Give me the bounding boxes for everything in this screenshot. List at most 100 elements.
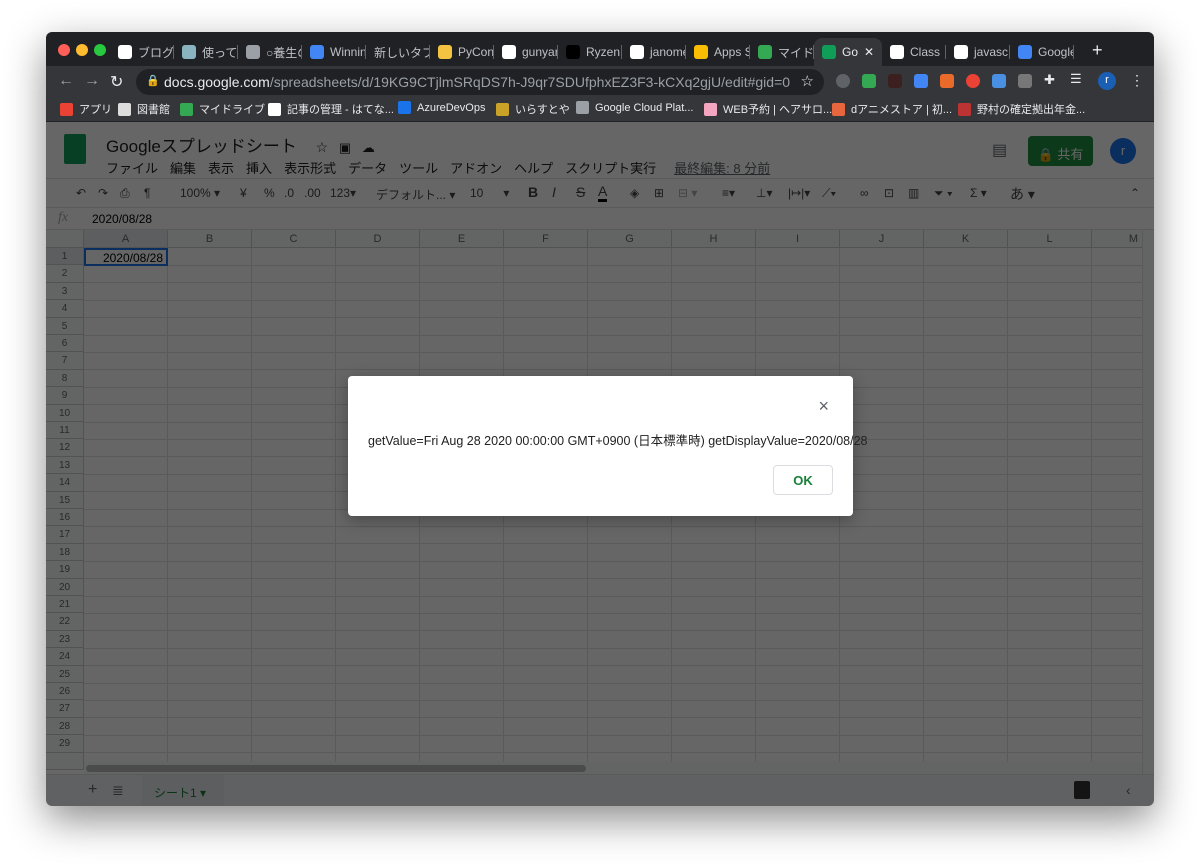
cell-a1[interactable]: 2020/08/28 — [84, 248, 168, 266]
row-header[interactable]: 2 — [46, 265, 84, 283]
profile-avatar[interactable]: r — [1098, 72, 1116, 90]
row-header[interactable]: 27 — [46, 700, 84, 718]
browser-tab[interactable]: 使って — [174, 38, 238, 66]
bookmark-item[interactable]: AzureDevOps — [398, 101, 485, 114]
side-panel-toggle-icon[interactable]: ‹ — [1126, 782, 1131, 798]
column-header[interactable]: M — [1092, 230, 1142, 248]
row-header[interactable]: 11 — [46, 422, 84, 440]
url-input[interactable]: 🔒 docs.google.com/spreadsheets/d/19KG9CT… — [136, 69, 824, 95]
ok-button[interactable]: OK — [773, 465, 833, 495]
column-header[interactable]: C — [252, 230, 336, 248]
extensions-puzzle-icon[interactable]: ✚ — [1044, 72, 1058, 87]
sheet-tab-1[interactable]: シート1 ▾ — [142, 775, 224, 806]
select-all-corner[interactable] — [46, 230, 84, 248]
vertical-scrollbar[interactable] — [1142, 230, 1154, 774]
browser-tab[interactable]: PyCon — [430, 38, 494, 66]
formula-input[interactable]: 2020/08/28 — [92, 212, 152, 226]
browser-tab[interactable]: janome — [622, 38, 686, 66]
menu-item[interactable]: ツール — [399, 158, 438, 177]
last-edit-link[interactable]: 最終編集: 8 分前 — [674, 158, 770, 177]
horizontal-scrollbar[interactable] — [84, 762, 1142, 774]
text-rotate-icon[interactable]: ⟋▾ — [822, 186, 836, 201]
browser-tab[interactable]: javasc — [946, 38, 1010, 66]
menu-item[interactable]: スクリプト実行 — [565, 158, 656, 177]
chart-icon[interactable]: ▥ — [908, 186, 919, 200]
horizontal-align-icon[interactable]: ≡▾ — [722, 186, 735, 200]
extension-icon[interactable] — [836, 74, 850, 88]
input-tools-button[interactable]: あ ▾ — [1010, 184, 1035, 204]
row-header[interactable]: 19 — [46, 561, 84, 579]
add-sheet-icon[interactable]: + — [88, 781, 97, 799]
extension-cat-icon[interactable] — [888, 74, 902, 88]
menu-item[interactable]: 編集 — [170, 158, 196, 177]
italic-button[interactable]: I — [552, 184, 556, 200]
row-header[interactable]: 16 — [46, 509, 84, 527]
move-folder-icon[interactable]: ▣ — [339, 140, 351, 155]
sheets-logo-icon[interactable] — [64, 134, 86, 164]
browser-tab[interactable]: Ryzen — [558, 38, 622, 66]
column-header[interactable]: G — [588, 230, 672, 248]
column-header[interactable]: D — [336, 230, 420, 248]
row-header[interactable]: 14 — [46, 474, 84, 492]
decrease-decimal-button[interactable]: .0 — [284, 186, 294, 200]
row-header[interactable]: 20 — [46, 578, 84, 596]
reload-icon[interactable]: ↻ — [110, 72, 123, 92]
row-header[interactable]: 13 — [46, 456, 84, 475]
text-wrap-icon[interactable]: |↦|▾ — [788, 186, 810, 200]
browser-tab[interactable]: マイド — [750, 38, 814, 66]
cloud-saved-icon[interactable]: ☁ — [362, 140, 375, 155]
all-sheets-icon[interactable]: ≣ — [112, 782, 124, 799]
row-header[interactable]: 28 — [46, 717, 84, 736]
column-header[interactable]: J — [840, 230, 924, 248]
browser-tab[interactable]: Google — [1010, 38, 1074, 66]
row-header[interactable]: 15 — [46, 491, 84, 509]
bookmark-item[interactable]: マイドライブ — [180, 101, 265, 117]
extension-bi-icon[interactable] — [992, 74, 1006, 88]
undo-icon[interactable]: ↶ — [76, 186, 86, 200]
scroll-thumb[interactable] — [86, 765, 586, 772]
row-header[interactable]: 10 — [46, 404, 84, 422]
row-header[interactable]: 6 — [46, 335, 84, 353]
browser-tab[interactable]: ○養生の — [238, 38, 302, 66]
row-header[interactable]: 5 — [46, 317, 84, 335]
font-size-select[interactable]: 10 ▾ — [470, 186, 509, 200]
media-queue-icon[interactable]: ☰ — [1070, 71, 1084, 86]
row-header[interactable]: 21 — [46, 596, 84, 614]
extension-cube-icon[interactable] — [1018, 74, 1032, 88]
bookmark-star-icon[interactable]: ☆ — [801, 72, 814, 90]
row-header[interactable]: 29 — [46, 735, 84, 753]
menu-item[interactable]: 挿入 — [246, 158, 272, 177]
menu-item[interactable]: ヘルプ — [514, 158, 553, 177]
column-header[interactable]: H — [672, 230, 756, 248]
document-title[interactable]: Googleスプレッドシート ☆ ▣ ☁ — [106, 132, 375, 157]
more-formats-button[interactable]: 123▾ — [330, 186, 356, 200]
row-header[interactable]: 24 — [46, 648, 84, 666]
fill-color-icon[interactable]: ◈ — [630, 186, 639, 200]
browser-tab[interactable]: Go ✕ — [814, 38, 882, 66]
bookmark-item[interactable]: アプリ — [60, 101, 112, 117]
filter-icon[interactable]: ⏷ ▾ — [934, 186, 953, 201]
minimize-window-button[interactable] — [76, 44, 88, 56]
back-icon[interactable]: ← — [58, 72, 74, 90]
column-header[interactable]: E — [420, 230, 504, 248]
link-icon[interactable]: ∞ — [860, 186, 869, 200]
menu-item[interactable]: データ — [348, 158, 387, 177]
row-header[interactable]: 9 — [46, 387, 84, 405]
currency-button[interactable]: ¥ — [240, 186, 247, 200]
bookmark-item[interactable]: 野村の確定拠出年金... — [958, 101, 1085, 117]
percent-button[interactable]: % — [264, 186, 275, 200]
browser-tab[interactable]: ブログ — [110, 38, 174, 66]
column-header[interactable]: L — [1008, 230, 1092, 248]
column-header[interactable]: B — [168, 230, 252, 248]
row-header[interactable]: 17 — [46, 526, 84, 544]
menu-item[interactable]: 表示 — [208, 158, 234, 177]
functions-icon[interactable]: Σ ▾ — [970, 186, 987, 200]
merge-cells-icon[interactable]: ⊟ ▾ — [678, 186, 697, 200]
redo-icon[interactable]: ↷ — [98, 186, 108, 200]
menu-item[interactable]: ファイル — [106, 158, 158, 177]
bookmark-item[interactable]: dアニメストア | 初... — [832, 101, 952, 117]
row-header[interactable]: 4 — [46, 300, 84, 318]
strikethrough-button[interactable]: S — [576, 184, 585, 200]
browser-tab[interactable]: gunyar — [494, 38, 558, 66]
row-header[interactable]: 25 — [46, 665, 84, 683]
